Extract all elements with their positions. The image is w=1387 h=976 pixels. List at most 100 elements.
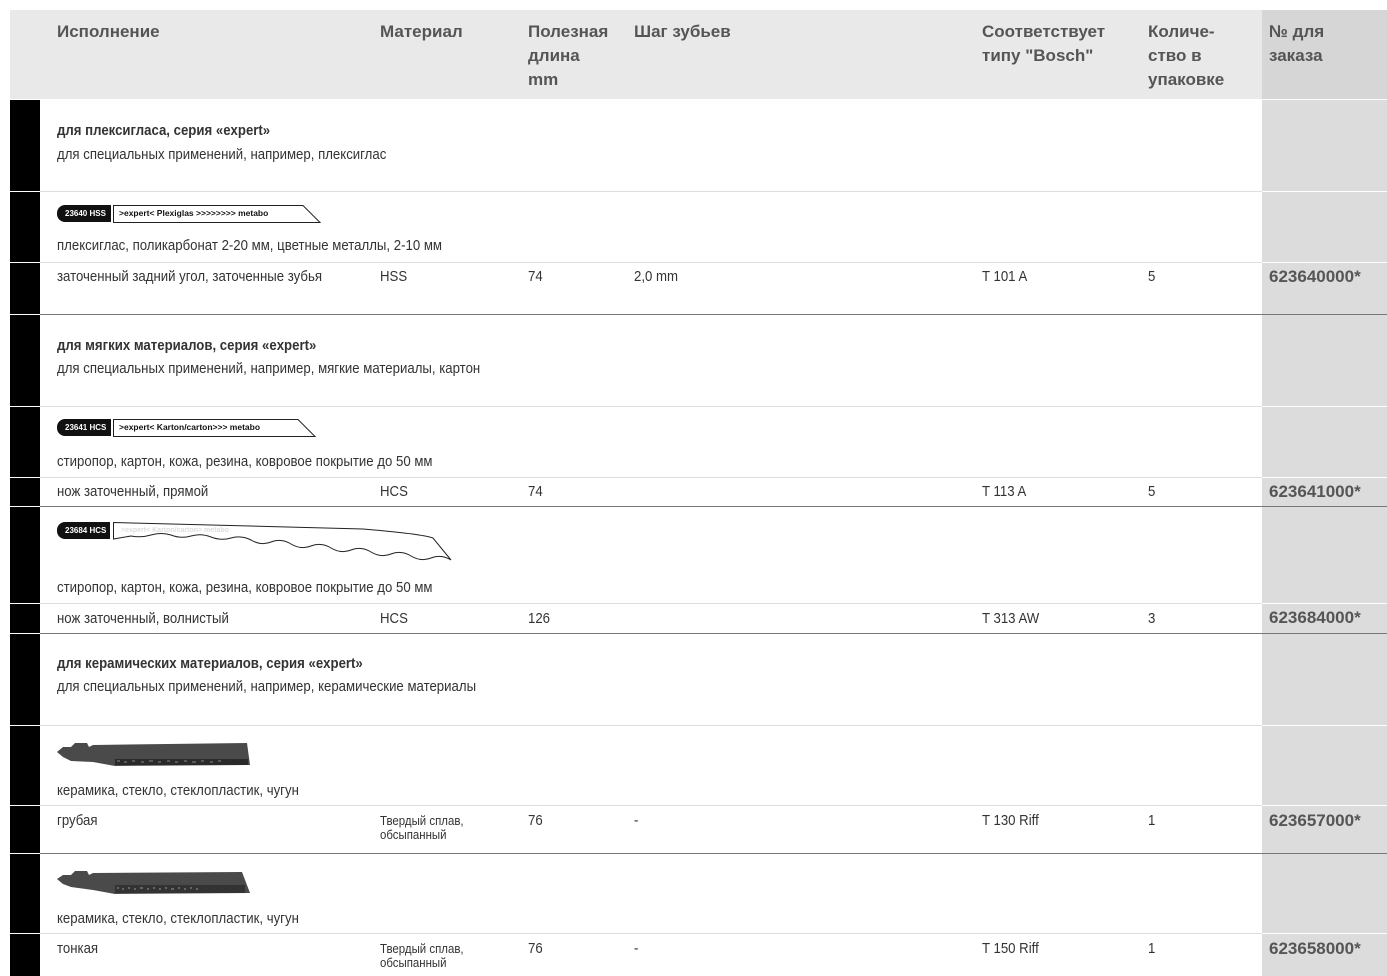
section-divider bbox=[40, 314, 1387, 315]
header-length-line2: длина bbox=[528, 46, 580, 65]
cell-material: Твердый сплав, обсыпанный bbox=[380, 813, 464, 842]
blade-image: 23640 HSS >expert< Plexiglas >>>>>>>> me… bbox=[57, 205, 322, 223]
cell-pitch: - bbox=[634, 940, 639, 957]
section-marker bbox=[10, 634, 40, 725]
row-divider bbox=[40, 805, 1262, 806]
header-material: Материал bbox=[380, 22, 463, 41]
application-text: стиропор, картон, кожа, резина, ковровое… bbox=[57, 579, 433, 596]
table-header: Исполнение Материал Полезная длина mm Ша… bbox=[10, 10, 1387, 99]
cell-qty: 5 bbox=[1148, 483, 1156, 500]
cell-pitch: - bbox=[634, 812, 639, 829]
header-order-line2: заказа bbox=[1269, 46, 1323, 65]
section-marker bbox=[10, 478, 40, 506]
cell-execution: грубая bbox=[57, 812, 98, 829]
cell-qty: 1 bbox=[1148, 940, 1156, 957]
cell-execution: нож заточенный, волнистый bbox=[57, 610, 229, 627]
cell-order-number[interactable]: 623640000* bbox=[1269, 267, 1361, 287]
header-length: Полезная длина mm bbox=[528, 20, 608, 92]
section-title: для мягких материалов, серия «expert» bbox=[57, 337, 317, 354]
row-divider bbox=[40, 191, 1262, 192]
section-marker bbox=[10, 604, 40, 633]
blade-id-tag: 23641 HCS bbox=[57, 419, 112, 436]
section-marker bbox=[10, 192, 40, 262]
cell-execution: тонкая bbox=[57, 940, 99, 957]
header-bosch-line1: Соответствует bbox=[982, 22, 1106, 41]
blade-id-tag: 23640 HSS bbox=[57, 205, 111, 222]
cell-material: HCS bbox=[380, 610, 408, 627]
application-text: стиропор, картон, кожа, резина, ковровое… bbox=[57, 453, 433, 470]
cell-material: Твердый сплав, обсыпанный bbox=[380, 941, 464, 970]
cell-material: HCS bbox=[380, 483, 408, 500]
header-qty-line2: ство в bbox=[1148, 46, 1202, 65]
cell-length: 76 bbox=[528, 940, 543, 957]
cell-order-number[interactable]: 623658000* bbox=[1269, 939, 1361, 959]
row-divider bbox=[40, 406, 1262, 407]
cell-qty: 5 bbox=[1148, 268, 1156, 285]
section-marker bbox=[10, 854, 40, 933]
section-subtitle: для специальных применений, например, ке… bbox=[57, 678, 477, 695]
header-pitch: Шаг зубьев bbox=[634, 22, 731, 41]
cell-bosch: T 101 A bbox=[982, 268, 1028, 285]
header-bosch: Соответствует типу "Bosch" bbox=[982, 20, 1105, 68]
carbide-blade-icon bbox=[57, 871, 250, 894]
cell-bosch: T 130 Riff bbox=[982, 812, 1039, 829]
section-marker bbox=[10, 315, 40, 406]
order-column-bg bbox=[1262, 100, 1387, 191]
header-order-line1: № для bbox=[1269, 22, 1325, 41]
header-order: № для заказа bbox=[1262, 10, 1387, 99]
section-marker bbox=[10, 407, 40, 477]
order-column-bg bbox=[1262, 407, 1387, 477]
cell-execution: нож заточенный, прямой bbox=[57, 483, 209, 500]
blade-label-text: >expert< Karton/carton> metabo bbox=[121, 527, 229, 534]
header-execution: Исполнение bbox=[57, 22, 160, 41]
blade-image: 23641 HCS >expert< Karton/carton>>> meta… bbox=[57, 419, 317, 437]
cell-bosch: T 113 A bbox=[982, 483, 1027, 500]
cell-length: 74 bbox=[528, 268, 543, 285]
order-column-bg bbox=[1262, 507, 1387, 603]
blade-label-text: >expert< Plexiglas >>>>>>>> metabo bbox=[119, 208, 269, 218]
carbide-blade-icon bbox=[57, 743, 250, 766]
header-qty-line1: Количе- bbox=[1148, 22, 1215, 41]
cell-pitch: 2,0 mm bbox=[634, 268, 679, 285]
cell-order-number[interactable]: 623641000* bbox=[1269, 482, 1361, 502]
cell-order-number[interactable]: 623684000* bbox=[1269, 608, 1361, 628]
application-text: плексиглас, поликарбонат 2-20 мм, цветны… bbox=[57, 237, 442, 254]
section-title: для керамических материалов, серия «expe… bbox=[57, 655, 363, 672]
cell-length: 76 bbox=[528, 812, 543, 829]
row-divider bbox=[40, 262, 1262, 263]
row-divider bbox=[40, 603, 1262, 604]
section-divider bbox=[40, 633, 1387, 634]
cell-bosch: T 313 AW bbox=[982, 610, 1040, 627]
cell-order-number[interactable]: 623657000* bbox=[1269, 811, 1361, 831]
section-marker bbox=[10, 507, 40, 603]
order-column-bg bbox=[1262, 315, 1387, 406]
cell-qty: 1 bbox=[1148, 812, 1156, 829]
section-marker bbox=[10, 934, 40, 976]
blade-image: 23684 HCS >expert< Karton/carton> metabo bbox=[57, 522, 457, 564]
header-bosch-line2: типу "Bosch" bbox=[982, 46, 1094, 65]
section-title: для плексигласа, серия «expert» bbox=[57, 122, 271, 139]
section-subtitle: для специальных применений, например, мя… bbox=[57, 360, 481, 377]
order-column-bg bbox=[1262, 192, 1387, 262]
header-qty: Количе- ство в упаковке bbox=[1148, 20, 1224, 92]
cell-length: 126 bbox=[528, 610, 551, 627]
section-marker bbox=[10, 806, 40, 853]
cell-material: HSS bbox=[380, 268, 408, 285]
cell-bosch: T 150 Riff bbox=[982, 940, 1039, 957]
application-text: керамика, стекло, стеклопластик, чугун bbox=[57, 910, 299, 927]
order-column-bg bbox=[1262, 854, 1387, 933]
section-marker bbox=[10, 726, 40, 805]
section-subtitle: для специальных применений, например, пл… bbox=[57, 146, 387, 163]
cell-qty: 3 bbox=[1148, 610, 1156, 627]
header-length-line1: Полезная bbox=[528, 22, 609, 41]
application-text: керамика, стекло, стеклопластик, чугун bbox=[57, 782, 299, 799]
header-length-line3: mm bbox=[528, 70, 559, 89]
cell-length: 74 bbox=[528, 483, 543, 500]
section-marker bbox=[10, 263, 40, 314]
section-divider bbox=[40, 853, 1387, 854]
row-divider bbox=[40, 477, 1262, 478]
header-qty-line3: упаковке bbox=[1148, 70, 1225, 89]
cell-execution: заточенный задний угол, заточенные зубья bbox=[57, 268, 322, 285]
section-marker bbox=[10, 100, 40, 191]
section-divider bbox=[40, 506, 1387, 507]
